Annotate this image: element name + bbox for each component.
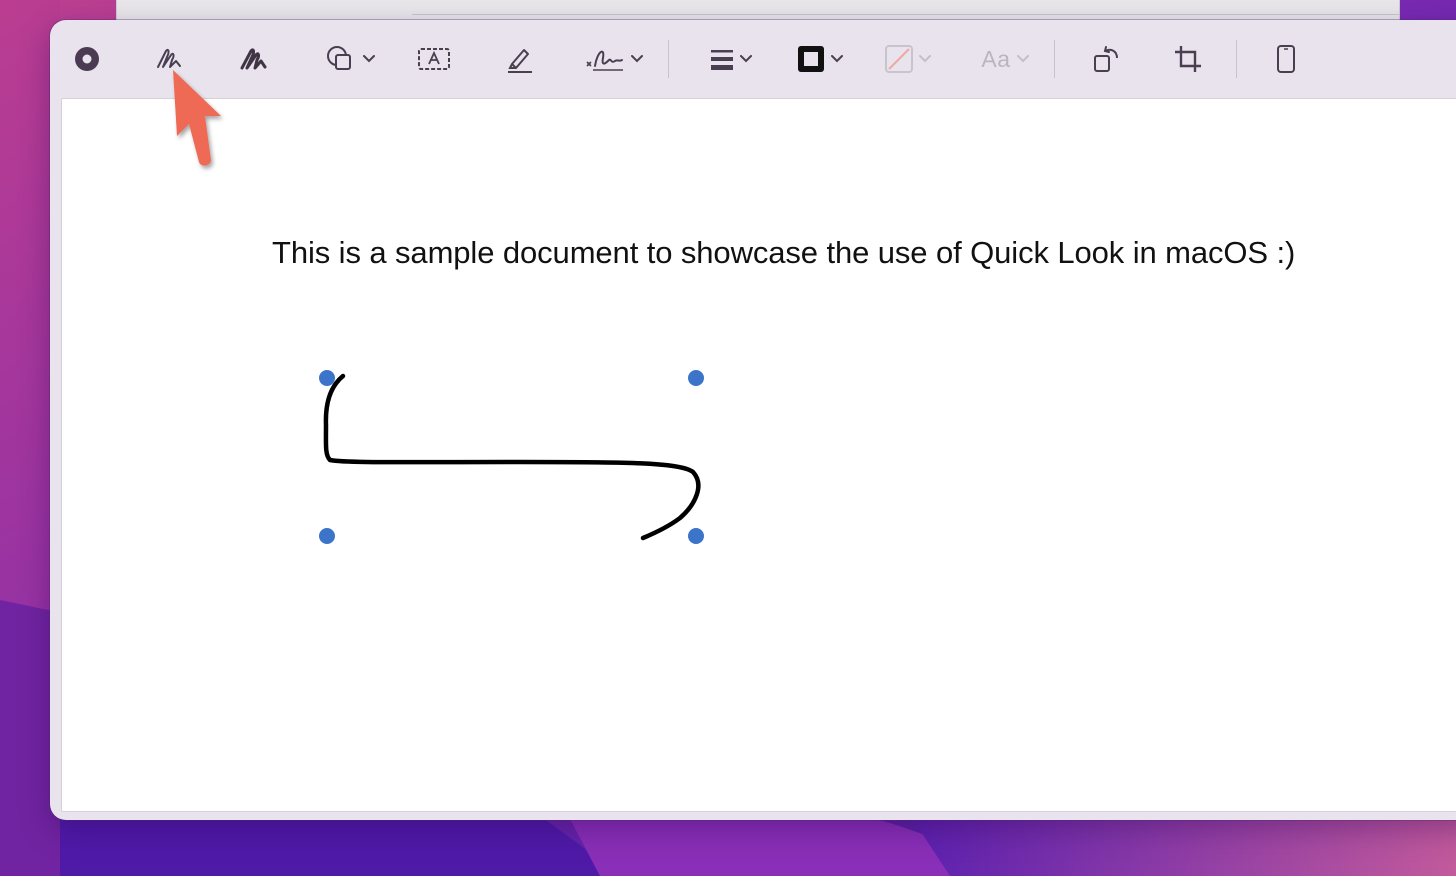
selection-handle-top-left[interactable]	[319, 370, 335, 386]
selection-handle-bottom-right[interactable]	[688, 528, 704, 544]
selection-handle-bottom-left[interactable]	[319, 528, 335, 544]
callout-arrow-icon	[173, 70, 221, 166]
freehand-stroke[interactable]	[323, 373, 701, 541]
selection-handle-top-right[interactable]	[688, 370, 704, 386]
